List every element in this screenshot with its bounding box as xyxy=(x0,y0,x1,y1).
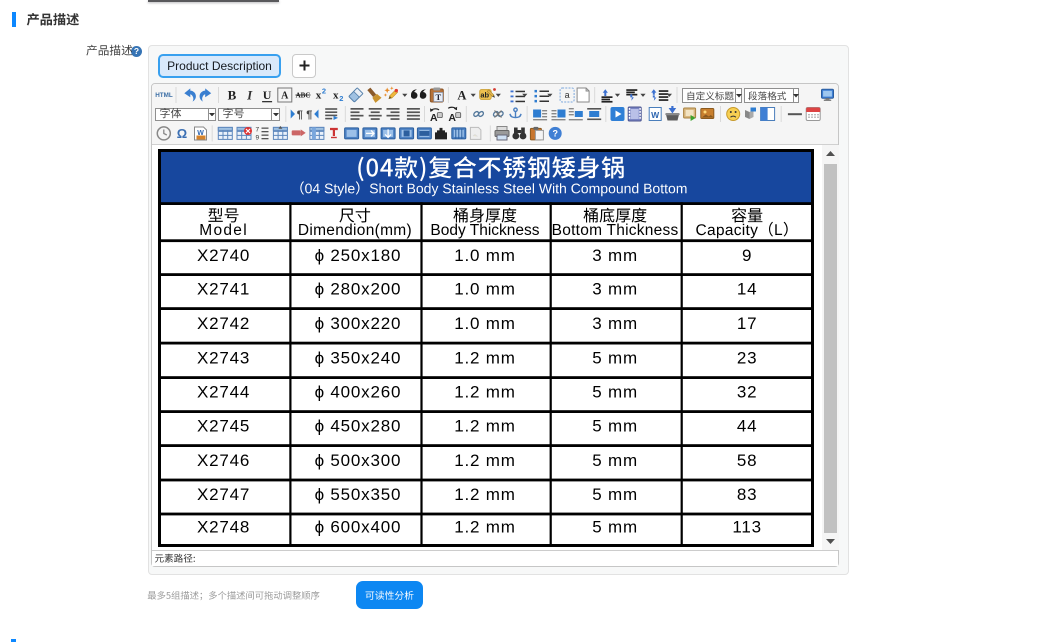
svg-text:?: ? xyxy=(134,46,139,56)
